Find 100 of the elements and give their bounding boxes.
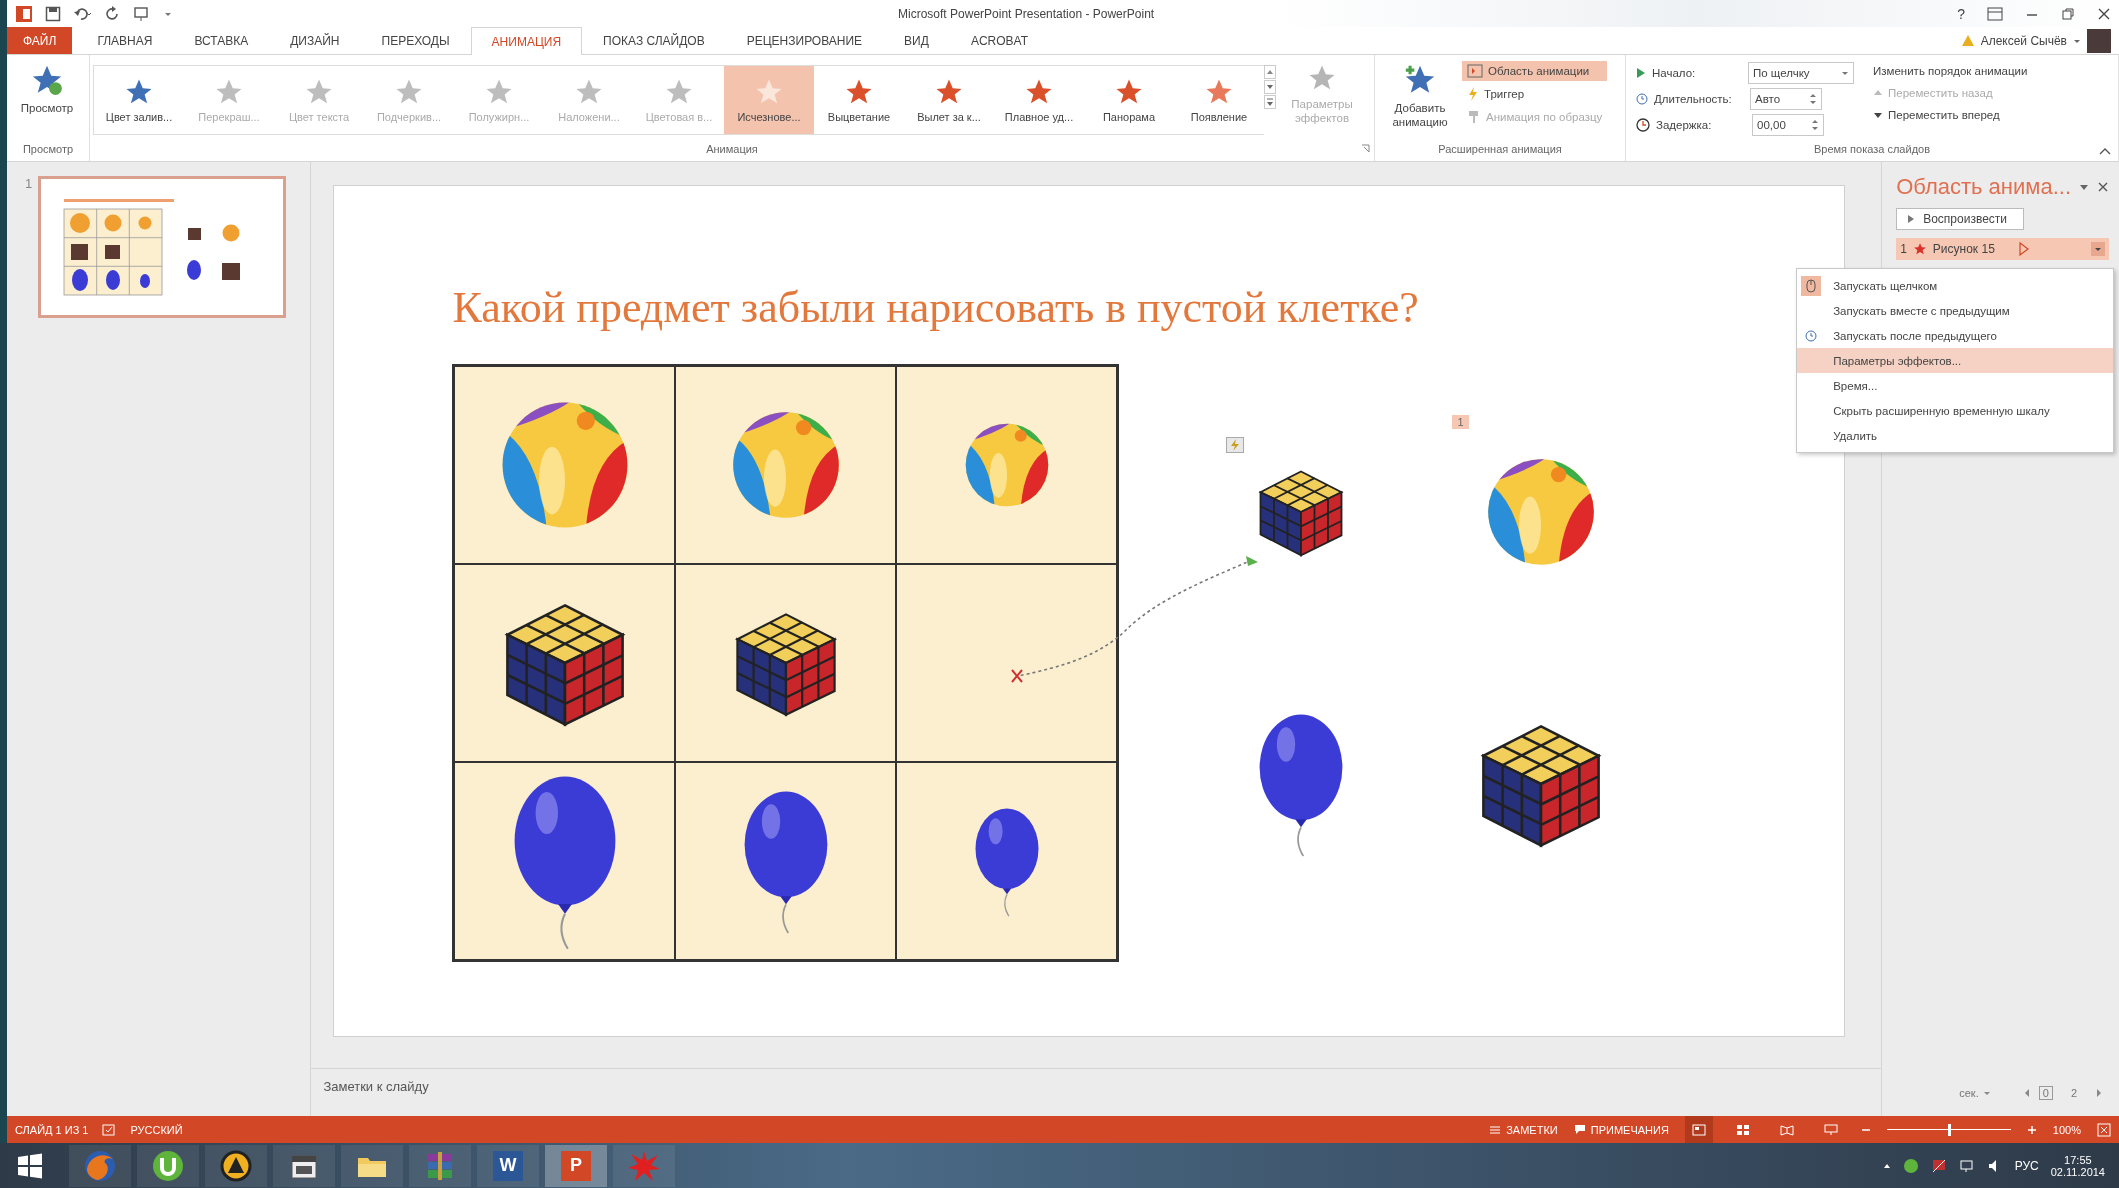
animation-effect-button[interactable]: Выцветание [814,66,904,134]
group-label: Анимация [706,142,758,157]
restore-icon[interactable] [2061,6,2075,21]
animation-effect-button[interactable]: Исчезнове... [724,66,814,134]
show-hidden-icons-icon[interactable] [1882,1162,1891,1169]
start-label: Начало: [1652,67,1697,79]
ribbon-tab[interactable]: ВСТАВКА [173,27,270,54]
scroll-right-icon[interactable] [2095,1088,2103,1098]
book-view-icon [1779,1123,1794,1136]
notes-icon [1489,1124,1502,1135]
animation-effect-button[interactable]: Панорама [1084,66,1174,134]
taskbar-app-button[interactable] [341,1144,403,1187]
ribbon-tab[interactable]: ПЕРЕХОДЫ [360,27,471,54]
ribbon-tab[interactable]: РЕЦЕНЗИРОВАНИЕ [725,27,884,54]
menu-item[interactable]: Запускать щелчком [1797,273,2114,298]
start-button-icon[interactable] [17,1152,43,1179]
spell-check-icon[interactable] [102,1123,117,1136]
ribbon-tab[interactable]: ACROBAT [949,27,1049,54]
caret-icon[interactable] [1982,1089,1991,1097]
clock[interactable]: 17:55 02.11.2014 [2050,1153,2105,1178]
menu-item[interactable]: Запускать после предыдущего [1797,323,2114,348]
timeline-tick: 2 [2069,1087,2078,1099]
play-icon [1907,214,1916,224]
undo-icon[interactable] [73,5,93,22]
lightning-icon [1467,87,1479,101]
ribbon-tab[interactable]: ВИД [883,27,950,54]
comments-button[interactable]: ПРИМЕЧАНИЯ [1573,1123,1669,1136]
fit-to-window-icon[interactable] [2097,1122,2111,1137]
redo-icon[interactable] [105,5,121,22]
slide-counter: СЛАЙД 1 ИЗ 1 [15,1123,89,1136]
animation-effect-button[interactable]: Появление [1174,66,1264,134]
menu-item[interactable]: Скрыть расширенную временную шкалу [1797,398,2114,423]
network-icon[interactable] [1958,1157,1975,1174]
clock-icon [1636,93,1648,105]
slider-thumb[interactable] [1947,1123,1951,1136]
language-indicator[interactable]: РУССКИЙ [130,1123,183,1136]
timeline-unit-dropdown[interactable]: сек. [1959,1087,1979,1099]
collapse-ribbon-icon[interactable] [2099,147,2111,155]
zoom-slider[interactable] [1886,1122,2011,1137]
preview-button[interactable]: Просмотр [10,59,84,141]
more-icon[interactable] [1264,95,1276,109]
scroll-down-icon[interactable] [1264,80,1276,94]
ribbon-display-options-icon[interactable] [1987,6,2003,21]
start-dropdown[interactable]: По щелчку [1748,62,1854,84]
play-icon [1636,67,1646,79]
input-language-indicator[interactable]: РУС [2014,1158,2039,1173]
menu-item[interactable]: Запускать вместе с предыдущим [1797,298,2114,323]
timeline-tick: 0 [2038,1086,2053,1100]
move-later-button[interactable]: Переместить вперед [1868,106,2033,124]
trigger-button[interactable]: Триггер [1462,84,1608,104]
torrent-tray-icon[interactable] [1902,1157,1919,1174]
pane-title: Область анима... [1896,174,2071,200]
ribbon-tab[interactable]: ГЛАВНАЯ [76,27,174,54]
animation-effect-button[interactable]: Цвет залив... [94,66,184,134]
help-button[interactable]: ? [1957,5,1965,22]
file-tab[interactable]: ФАЙЛ [7,27,73,54]
add-animation-button[interactable]: Добавить анимацию [1378,59,1462,141]
menu-item[interactable]: Параметры эффектов... [1797,348,2114,373]
pane-icon [1467,64,1483,78]
animation-order-badge[interactable]: 1 [1452,415,1469,429]
play-button[interactable]: Воспроизвести [1896,208,2025,230]
delay-label: Задержка: [1656,119,1713,131]
taskbar-app-button[interactable] [205,1144,267,1187]
taskbar-app-button[interactable]: W [477,1144,539,1187]
taskbar-app-button[interactable]: P [545,1144,607,1187]
flag-tray-icon[interactable] [1930,1157,1947,1174]
slide-number: 1 [25,176,33,191]
animation-effect-button[interactable]: Вылет за к... [904,66,994,134]
window-title: Microsoft PowerPoint Presentation - PowerPoint [897,6,1156,21]
spinner-arrows-icon [1809,92,1817,106]
taskbar-app-button[interactable] [137,1144,199,1187]
menu-item[interactable]: Удалить [1797,423,2114,448]
close-icon[interactable] [2097,181,2109,193]
view-button[interactable] [1684,1116,1713,1143]
save-icon[interactable] [45,5,61,22]
ribbon-tab[interactable]: АНИМАЦИЯ [470,27,583,55]
zoom-level[interactable]: 100% [2052,1123,2081,1136]
dialog-launcher-icon[interactable] [1361,144,1370,153]
close-icon[interactable] [2097,6,2111,21]
reorder-label: Изменить порядок анимации [1872,64,2029,79]
dropdown-caret-icon[interactable] [2091,242,2105,256]
duration-spinner[interactable]: Авто [1750,88,1822,110]
ribbon-tab[interactable]: ДИЗАЙН [269,27,361,54]
duration-label: Длительность: [1654,93,1733,105]
pane-options-caret-icon[interactable] [2079,182,2089,192]
zoom-in-icon[interactable] [2026,1124,2037,1135]
slideshow-icon[interactable] [133,5,151,22]
ribbon-tab[interactable]: ПОКАЗ СЛАЙДОВ [582,27,726,54]
menu-item[interactable]: Время... [1797,373,2114,398]
animation-pane-button[interactable]: Область анимации [1462,61,1608,81]
app-logo-icon[interactable] [15,4,33,23]
taskbar-app-button[interactable] [273,1144,335,1187]
delay-spinner[interactable]: 00,00 [1752,114,1824,136]
user-name[interactable]: Алексей Сычёв [1980,33,2067,48]
animation-effect-button[interactable]: Плавное уд... [994,66,1084,134]
animation-list-item[interactable]: 1 Рисунок 15 [1896,238,2109,260]
notes-button[interactable]: ЗАМЕТКИ [1489,1123,1558,1136]
trigger-badge-icon[interactable] [1226,437,1245,453]
normal-view-icon [1691,1123,1706,1136]
scroll-up-icon[interactable] [1264,65,1276,79]
